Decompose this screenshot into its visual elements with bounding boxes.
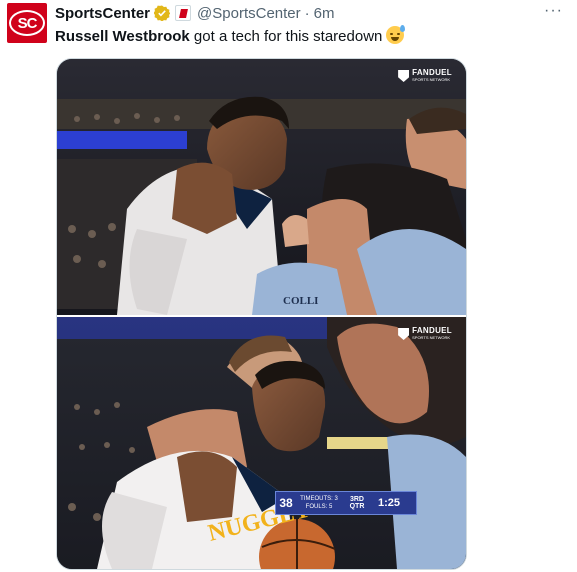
separator-dot: ·: [304, 4, 310, 22]
fanduel-shield-icon: [398, 70, 410, 82]
scorebug-timeouts: TIMEOUTS: 3: [300, 496, 338, 502]
tweet-text-body: got a tech for this staredown: [189, 28, 383, 45]
tweet-text: Russell Westbrook got a tech for this st…: [55, 25, 406, 47]
account-handle[interactable]: @SportsCenter: [197, 5, 301, 22]
mention-player-name[interactable]: Russell Westbrook: [55, 28, 190, 45]
account-name[interactable]: SportsCenter: [55, 5, 150, 22]
fanduel-sub-text: SPORTS NETWORK: [412, 335, 451, 340]
scorebug-quarter: 3RD QTR: [349, 496, 365, 510]
scorebug-score: 38: [279, 496, 293, 510]
affiliate-badge-icon[interactable]: [175, 5, 192, 21]
timestamp[interactable]: 6m: [314, 5, 335, 22]
media-image-bottom[interactable]: NUGGETS 38 TIMEOUTS: 3 FOULS: 5 3RD QTR …: [57, 317, 466, 569]
scorebug-clock: 1:25: [377, 497, 401, 509]
jersey-back-text: COLLI: [283, 295, 319, 307]
fanduel-watermark: FANDUEL SPORTS NETWORK: [398, 69, 452, 83]
fanduel-sub-text: SPORTS NETWORK: [412, 77, 451, 82]
tweet-header: SportsCenter @SportsCenter · 6m: [55, 3, 334, 23]
verified-badge-icon[interactable]: [153, 5, 171, 22]
fanduel-watermark: FANDUEL SPORTS NETWORK: [398, 327, 452, 341]
tweet-media[interactable]: COLLI FANDUEL SPORTS NETWORK NUGGETS 38 …: [56, 58, 467, 570]
fanduel-brand-text: FANDUEL: [412, 68, 452, 77]
sportscenter-logo: SC: [9, 10, 45, 36]
avatar[interactable]: SC: [7, 3, 47, 43]
media-image-top[interactable]: COLLI FANDUEL SPORTS NETWORK: [57, 59, 466, 315]
scorebug-timeouts-fouls: TIMEOUTS: 3 FOULS: 5: [296, 495, 342, 511]
fanduel-brand-text: FANDUEL: [412, 326, 452, 335]
more-options-icon[interactable]: ···: [544, 2, 563, 20]
sweat-smile-emoji-icon: [386, 25, 406, 44]
scorebug-fouls: FOULS: 5: [305, 504, 333, 510]
scorebug: 38 TIMEOUTS: 3 FOULS: 5 3RD QTR 1:25: [275, 491, 417, 515]
fanduel-shield-icon: [398, 328, 410, 340]
